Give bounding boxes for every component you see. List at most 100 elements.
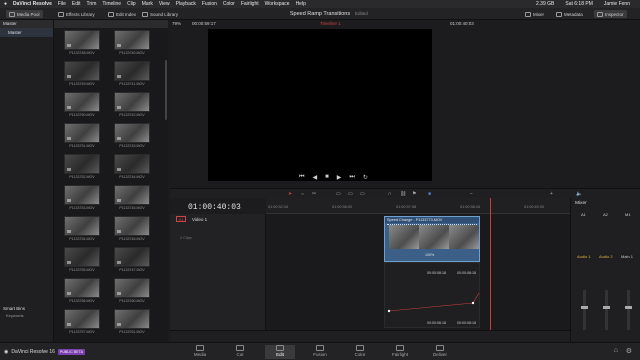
media-pool-clip[interactable]: P1133755.MOV	[64, 247, 100, 272]
media-pool-clip[interactable]: P1133750.MOV	[64, 92, 100, 117]
retime-curve-panel[interactable]: 00:00:08:18 00:00:08:18 00:00:06:18 00:0…	[384, 262, 480, 328]
page-label: Cut	[236, 352, 244, 357]
media-pool-clip[interactable]: P1133760.MOV	[114, 278, 150, 303]
speed-percent[interactable]: 100%	[425, 253, 434, 257]
project-edited-status: Edited	[355, 11, 368, 16]
play-icon[interactable]: ▶	[337, 174, 342, 181]
page-edit[interactable]: Edit	[265, 345, 295, 359]
mixer-channel-a1: A1	[581, 212, 586, 217]
menu-edit[interactable]: Edit	[72, 1, 81, 7]
jump-end-icon[interactable]: ⏭	[349, 174, 354, 181]
retime-curve[interactable]	[385, 263, 481, 329]
menu-color[interactable]: Color	[223, 1, 235, 7]
page-deliver[interactable]: Deliver	[425, 345, 455, 357]
marker-icon[interactable]: ■	[428, 191, 431, 197]
track-name[interactable]: Video 1	[192, 217, 207, 222]
mixer-button[interactable]: Mixer	[525, 10, 544, 18]
menubar-user[interactable]: Jamie Fenn	[604, 1, 630, 7]
menu-workspace[interactable]: Workspace	[265, 1, 290, 7]
insert-clip-icon[interactable]: ▭	[336, 191, 341, 197]
zoom-out-icon[interactable]: −	[470, 191, 473, 197]
viewer-timeline-name[interactable]: Timeline 1	[320, 21, 341, 26]
media-pool-button[interactable]: Media Pool	[6, 10, 43, 18]
clip-name: P1133754.MOV	[69, 237, 95, 241]
selection-tool-icon[interactable]: ➤	[288, 191, 292, 197]
blade-tool-icon[interactable]: ✂	[312, 191, 316, 197]
settings-icon[interactable]: ⚙	[626, 347, 632, 355]
fader-audio1[interactable]	[581, 290, 588, 330]
page-fairlight[interactable]: Fairlight	[385, 345, 415, 357]
playhead[interactable]	[490, 198, 491, 330]
apple-icon[interactable]: ●	[4, 1, 7, 7]
zoom-in-icon[interactable]: +	[550, 191, 553, 197]
fader-main1[interactable]	[625, 290, 632, 330]
media-pool-clip[interactable]: P1133751.MOV	[64, 123, 100, 148]
media-pool-clip[interactable]: P1133745.MOV	[114, 185, 150, 210]
menu-clip[interactable]: Clip	[127, 1, 136, 7]
timeline-ruler[interactable]: 01:00:32:16 01:00:36:00 01:00:37:08 01:0…	[266, 198, 570, 214]
smart-bins-title[interactable]: Smart Bins	[0, 304, 54, 313]
speaker-icon[interactable]: 🔈	[576, 191, 582, 197]
media-pool-clip[interactable]: P1133753.MOV	[64, 185, 100, 210]
menu-fairlight[interactable]: Fairlight	[241, 1, 259, 7]
link-icon[interactable]: ⛓	[400, 191, 406, 197]
inspector-button[interactable]: Inspector	[594, 10, 627, 18]
media-pool-clip[interactable]: P1133754.MOV	[64, 216, 100, 241]
media-pool-clip[interactable]: P1133741.MOV	[114, 61, 150, 86]
menu-playback[interactable]: Playback	[176, 1, 196, 7]
menu-view[interactable]: View	[159, 1, 170, 7]
menu-file[interactable]: File	[58, 1, 66, 7]
menu-app[interactable]: DaVinci Resolve	[13, 1, 52, 7]
smart-bin-keywords[interactable]: Keywords	[0, 313, 54, 318]
bin-master[interactable]: Master	[0, 28, 53, 37]
menubar-clock[interactable]: Sat 6:18 PM	[565, 1, 593, 7]
media-pool-clip[interactable]: P1133740.MOV	[114, 30, 150, 55]
replace-clip-icon[interactable]: ▭	[360, 191, 365, 197]
viewer-zoom[interactable]: 79%	[172, 21, 181, 26]
viewer-screen[interactable]	[208, 29, 432, 181]
media-pool-clip[interactable]: P1133749.MOV	[64, 61, 100, 86]
overwrite-clip-icon[interactable]: ▭	[348, 191, 353, 197]
menu-help[interactable]: Help	[296, 1, 306, 7]
mixer-name-audio2[interactable]: Audio 2	[599, 254, 613, 259]
page-fusion[interactable]: Fusion	[305, 345, 335, 357]
media-pool-clip[interactable]: P1133743.MOV	[114, 123, 150, 148]
menu-timeline[interactable]: Timeline	[102, 1, 121, 7]
page-cut[interactable]: Cut	[225, 345, 255, 357]
jump-start-icon[interactable]: ⏮	[299, 174, 304, 181]
mixer-name-main1[interactable]: Main 1	[621, 254, 633, 259]
media-pool-clip[interactable]: P1133742.MOV	[114, 92, 150, 117]
media-pool-clip[interactable]: P1133757.MOV	[64, 309, 100, 334]
viewer-right-area	[497, 20, 640, 188]
trim-tool-icon[interactable]: ⇔	[300, 191, 305, 197]
media-pool-clip[interactable]: P1133756.MOV	[64, 278, 100, 303]
loop-icon[interactable]: ↻	[363, 174, 368, 181]
snapping-icon[interactable]: ∩	[388, 191, 392, 197]
timeline-video-clip[interactable]: Speed Change - P1133773.MOV 100%	[384, 216, 480, 262]
media-pool-clip[interactable]: P1133761.MOV	[114, 309, 150, 334]
menu-fusion[interactable]: Fusion	[202, 1, 217, 7]
media-pool-clip[interactable]: P1133752.MOV	[64, 154, 100, 179]
flag-icon[interactable]: ⚑	[412, 191, 416, 197]
effects-library-button[interactable]: Effects Library	[58, 10, 95, 18]
home-icon[interactable]: ⌂	[614, 347, 618, 354]
page-media[interactable]: Media	[185, 345, 215, 357]
mixer-name-audio1[interactable]: Audio 1	[577, 254, 591, 259]
menu-trim[interactable]: Trim	[87, 1, 97, 7]
metadata-button[interactable]: Metadata	[556, 10, 583, 18]
media-pool-clip[interactable]: P1133748.MOV	[64, 30, 100, 55]
media-pool-clip[interactable]: P1133746.MOV	[114, 216, 150, 241]
menu-mark[interactable]: Mark	[142, 1, 153, 7]
stop-icon[interactable]: ■	[325, 174, 329, 180]
fader-audio2[interactable]	[603, 290, 610, 330]
sound-library-button[interactable]: Sound Library	[142, 10, 178, 18]
sound-library-label: Sound Library	[150, 11, 179, 17]
mixer-title: Mixer	[575, 201, 587, 206]
media-pool-scrollbar[interactable]	[165, 60, 167, 120]
edit-index-button[interactable]: Edit Index	[108, 10, 136, 18]
track-badge[interactable]: V1	[176, 216, 186, 222]
page-color[interactable]: Color	[345, 345, 375, 357]
reverse-icon[interactable]: ◀	[313, 174, 318, 181]
media-pool-clip[interactable]: P1133744.MOV	[114, 154, 150, 179]
media-pool-clip[interactable]: P1133747.MOV	[114, 247, 150, 272]
